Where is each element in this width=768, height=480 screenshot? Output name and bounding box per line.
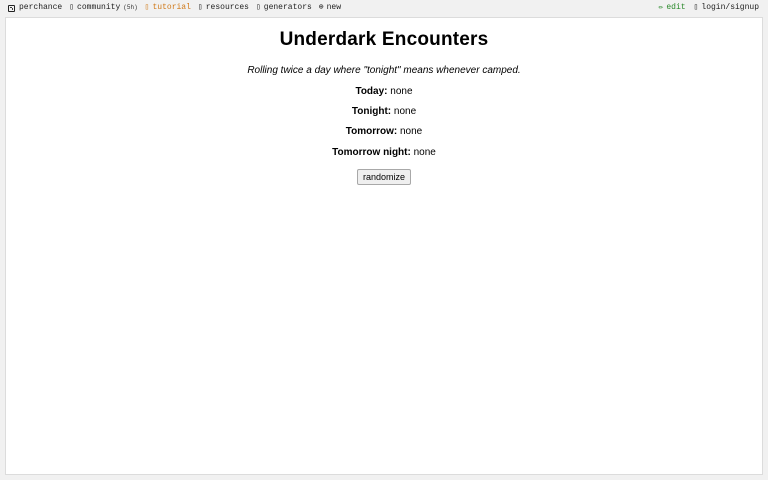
- button-wrap: randomize: [6, 167, 762, 185]
- encounter-row-tomorrow-night: Tomorrow night: none: [6, 147, 762, 158]
- community-count: (5h): [123, 4, 138, 11]
- chat-icon: ▯: [69, 3, 75, 12]
- randomize-button[interactable]: randomize: [356, 169, 412, 185]
- generator-output-panel: Underdark Encounters Rolling twice a day…: [5, 17, 763, 475]
- plus-circle-icon: ⊕: [318, 3, 324, 12]
- page-subtitle: Rolling twice a day where "tonight" mean…: [247, 65, 521, 76]
- nav-generators-label: generators: [263, 3, 312, 12]
- nav-login-label: login/signup: [701, 3, 759, 12]
- nav-generators[interactable]: ▯ generators: [256, 0, 312, 16]
- nav-tutorial-label: tutorial: [152, 3, 191, 12]
- book-icon: ▯: [144, 3, 150, 12]
- dice-icon: [8, 4, 15, 12]
- encounter-value: none: [390, 86, 413, 97]
- nav-new-label: new: [326, 3, 342, 12]
- encounter-label: Tomorrow:: [345, 126, 398, 137]
- resources-icon: ▯: [197, 3, 203, 12]
- nav-resources-label: resources: [205, 3, 249, 12]
- nav-new[interactable]: ⊕ new: [319, 0, 341, 16]
- nav-left: perchance ▯ community (5h) ▯ tutorial ▯ …: [8, 0, 348, 16]
- user-icon: ▯: [693, 3, 699, 12]
- nav-community[interactable]: ▯ community (5h): [69, 0, 137, 16]
- encounter-value: none: [413, 147, 436, 158]
- nav-resources[interactable]: ▯ resources: [198, 0, 249, 16]
- nav-community-label: community: [77, 3, 121, 12]
- encounter-row-today: Today: none: [6, 86, 762, 97]
- encounter-value: none: [393, 106, 417, 117]
- nav-right: ✏ edit ▯ login/signup: [651, 0, 759, 16]
- generators-icon: ▯: [255, 3, 261, 12]
- encounter-value: none: [400, 126, 423, 137]
- nav-tutorial[interactable]: ▯ tutorial: [145, 0, 191, 16]
- encounter-row-tonight: Tonight: none: [6, 106, 762, 117]
- nav-edit[interactable]: ✏ edit: [659, 0, 686, 16]
- encounter-row-tomorrow: Tomorrow: none: [6, 126, 762, 137]
- top-nav-bar: perchance ▯ community (5h) ▯ tutorial ▯ …: [0, 0, 768, 16]
- encounter-label: Today:: [355, 86, 388, 97]
- nav-login[interactable]: ▯ login/signup: [694, 0, 759, 16]
- nav-edit-label: edit: [666, 3, 686, 12]
- nav-brand[interactable]: perchance: [8, 0, 62, 16]
- page-title: Underdark Encounters: [279, 29, 489, 50]
- pencil-icon: ✏: [658, 3, 664, 12]
- encounter-label: Tonight:: [351, 106, 392, 117]
- nav-brand-label: perchance: [19, 3, 63, 12]
- encounter-label: Tomorrow night:: [332, 147, 411, 158]
